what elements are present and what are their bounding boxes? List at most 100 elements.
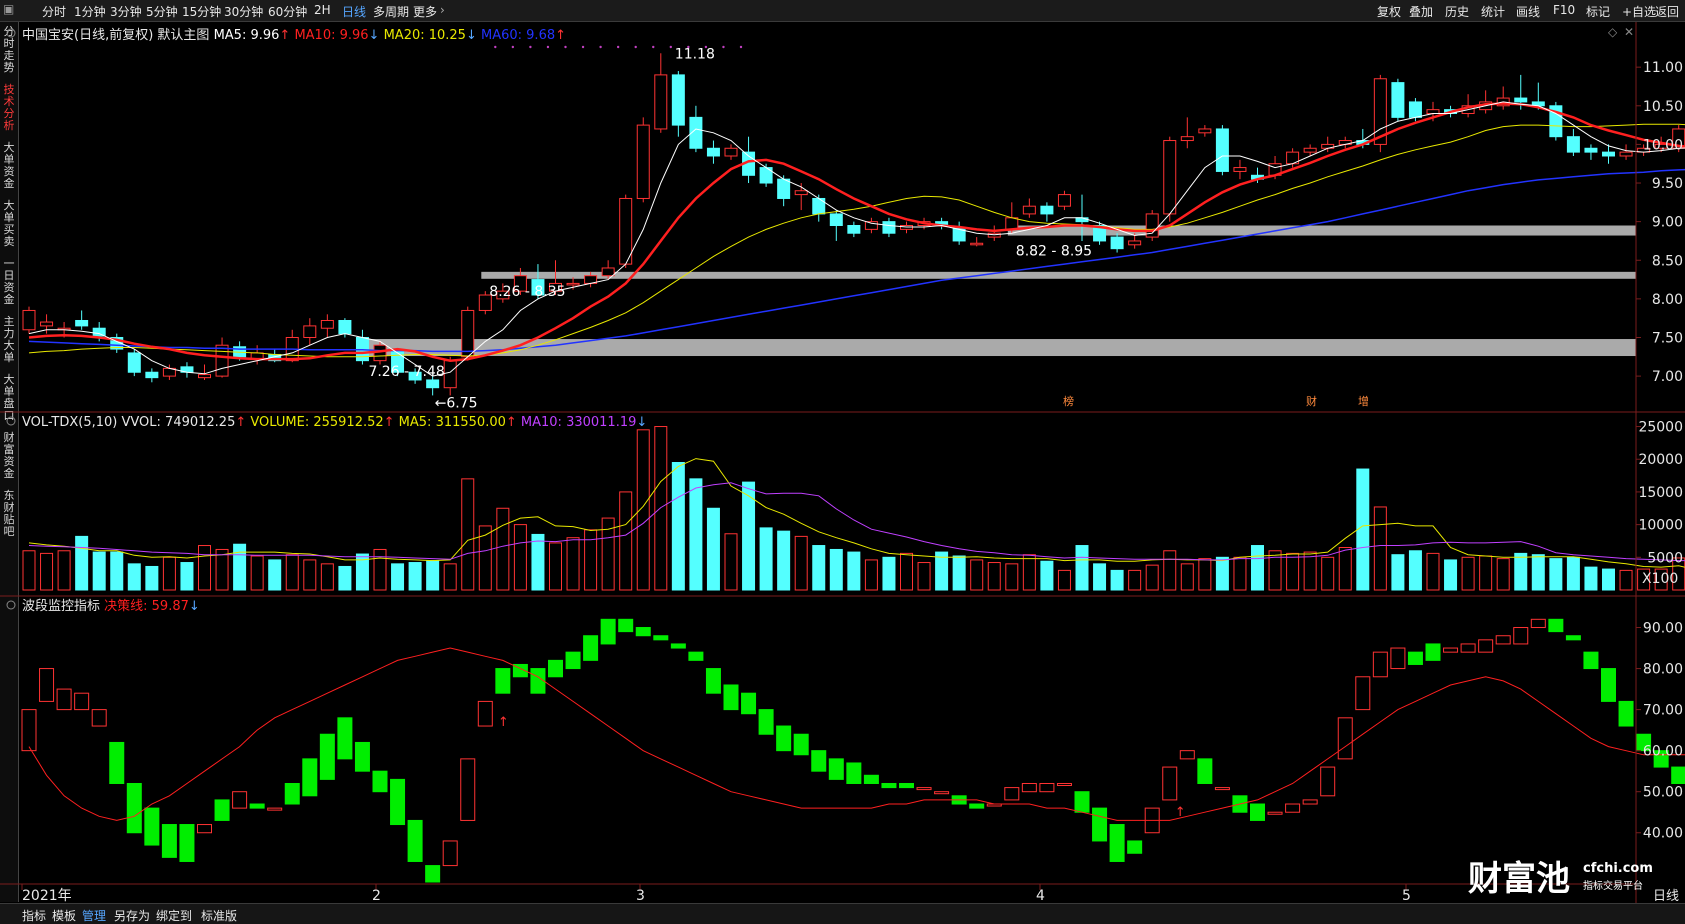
- volume-bar: [531, 533, 545, 591]
- toolbar-right-7[interactable]: +自选: [1622, 3, 1656, 20]
- wave-bar: [969, 803, 985, 809]
- toolbar-right-5[interactable]: F10: [1553, 3, 1575, 17]
- period-tab-10[interactable]: 更多: [413, 3, 437, 20]
- candle-body: [198, 374, 211, 379]
- event-dot: [546, 45, 550, 49]
- candle-body: [829, 213, 843, 226]
- event-dot: [669, 45, 672, 49]
- volume-axis-label: 5000: [1647, 550, 1683, 566]
- event-dot: [722, 45, 725, 49]
- wave-bar: [548, 659, 563, 678]
- bottom-toolbar: 指标 模板 管理 另存为 绑定到 标准版: [0, 903, 1685, 924]
- arrow-down-icon: ↓: [189, 599, 200, 614]
- period-label: 日线: [1653, 889, 1679, 903]
- candle-body: [636, 124, 650, 199]
- volume-bar: [1005, 563, 1019, 591]
- volume-bar: [338, 565, 352, 591]
- wave-bar: [916, 787, 932, 791]
- volume-bar: [513, 524, 527, 591]
- volume-axis-label: 15000: [1638, 485, 1683, 501]
- wave-axis-label: 40.00: [1643, 826, 1683, 842]
- period-tab-1[interactable]: 1分钟: [74, 3, 106, 20]
- volume-bar: [1180, 563, 1194, 591]
- vol-ma10: MA10: 330011.19: [521, 415, 636, 430]
- toolbar-right-3[interactable]: 统计: [1481, 3, 1505, 20]
- toolbar-right-4[interactable]: 画线: [1516, 3, 1540, 20]
- candle-body: [215, 344, 229, 377]
- volume-bar: [1286, 552, 1300, 591]
- bottom-tab-5[interactable]: 标准版: [201, 907, 237, 924]
- volume-axis-label: 20000: [1638, 452, 1683, 468]
- volume-bar: [1321, 556, 1335, 591]
- wave-bar: [39, 668, 55, 702]
- toolbar-menu-icon[interactable]: ▣: [3, 2, 14, 16]
- stock-chart[interactable]: 11.18 ←6.75 7.26 - 7.48 8.26 - 8.35 8.82 - 8…: [0, 22, 1685, 903]
- wave-bar: [670, 643, 686, 649]
- bottom-tab-2[interactable]: 管理: [82, 907, 106, 924]
- candle-body: [22, 309, 36, 331]
- wave-bar: [74, 692, 90, 711]
- bottom-tab-0[interactable]: 指标: [22, 907, 46, 924]
- volume-unit-label: X100: [1642, 571, 1678, 587]
- period-tab-2[interactable]: 3分钟: [110, 3, 142, 20]
- period-tab-9[interactable]: 多周期: [373, 3, 409, 20]
- header-ma10: MA10: 9.96: [294, 28, 368, 43]
- price-axis-label: 7.00: [1652, 369, 1683, 385]
- wave-bar: [21, 709, 37, 752]
- period-tab-0[interactable]: 分时: [42, 3, 66, 20]
- period-tab-3[interactable]: 5分钟: [146, 3, 178, 20]
- bottom-tab-4[interactable]: 绑定到: [156, 907, 192, 924]
- volume-bar: [180, 562, 194, 591]
- wave-bar: [741, 692, 757, 715]
- event-dot: [652, 45, 655, 49]
- wave-bar: [1039, 782, 1055, 793]
- volume-bar: [1093, 563, 1107, 591]
- period-tab-5[interactable]: 30分钟: [224, 3, 263, 20]
- close-icon: ✕: [1624, 25, 1634, 39]
- period-tab-4[interactable]: 15分钟: [182, 3, 221, 20]
- wave-bar: [1056, 782, 1072, 786]
- date-axis-label: 5: [1402, 888, 1411, 903]
- buy-arrow-icon: ↑: [498, 715, 509, 730]
- wave-bar: [1197, 758, 1213, 784]
- candle-body: [706, 147, 720, 157]
- wave-bar: [530, 668, 546, 694]
- more-chevron-icon[interactable]: ›: [440, 3, 445, 17]
- candle-body: [145, 371, 159, 379]
- period-tab-8[interactable]: 日线: [342, 3, 366, 20]
- toolbar-right-2[interactable]: 历史: [1445, 3, 1469, 20]
- arrow-up-icon: ↑: [506, 415, 521, 430]
- bottom-tab-1[interactable]: 模板: [52, 907, 76, 924]
- period-tab-6[interactable]: 60分钟: [268, 3, 307, 20]
- volume-bar: [215, 548, 229, 591]
- decision-line: [28, 647, 1685, 821]
- volume-bar: [1356, 468, 1370, 591]
- volume-bar: [1373, 506, 1387, 591]
- candle-body: [1075, 217, 1089, 223]
- event-dot: [581, 45, 585, 49]
- toolbar-right-1[interactable]: 叠加: [1409, 3, 1433, 20]
- wave-bar: [372, 770, 388, 793]
- wave-bar: [1250, 803, 1265, 821]
- wave-bar: [600, 618, 616, 645]
- arrow-up-icon: ↑: [235, 415, 250, 430]
- toolbar-right-8[interactable]: 返回: [1655, 3, 1679, 20]
- wave-bar: [1162, 766, 1178, 801]
- toolbar-right-0[interactable]: 复权: [1377, 3, 1401, 20]
- bottom-tab-3[interactable]: 另存为: [114, 907, 150, 924]
- diamond-icon: ◇: [1608, 25, 1618, 39]
- wave-bar: [1267, 811, 1283, 815]
- volume-bar: [1251, 545, 1264, 591]
- period-tab-7[interactable]: 2H: [314, 3, 331, 17]
- candle-body: [1391, 82, 1405, 118]
- volume-bar: [57, 550, 71, 591]
- wave-bar: [1337, 717, 1353, 760]
- candle-body: [40, 321, 54, 327]
- peak-price-label: 11.18: [675, 46, 715, 62]
- buy-arrow-icon: ↑: [1175, 805, 1186, 820]
- toolbar-right-6[interactable]: 标记: [1586, 3, 1610, 20]
- volume-bar: [1338, 547, 1352, 591]
- wave-bar: [232, 791, 248, 809]
- wave-axis-label: 60.00: [1643, 744, 1683, 760]
- volume-bar: [864, 559, 878, 591]
